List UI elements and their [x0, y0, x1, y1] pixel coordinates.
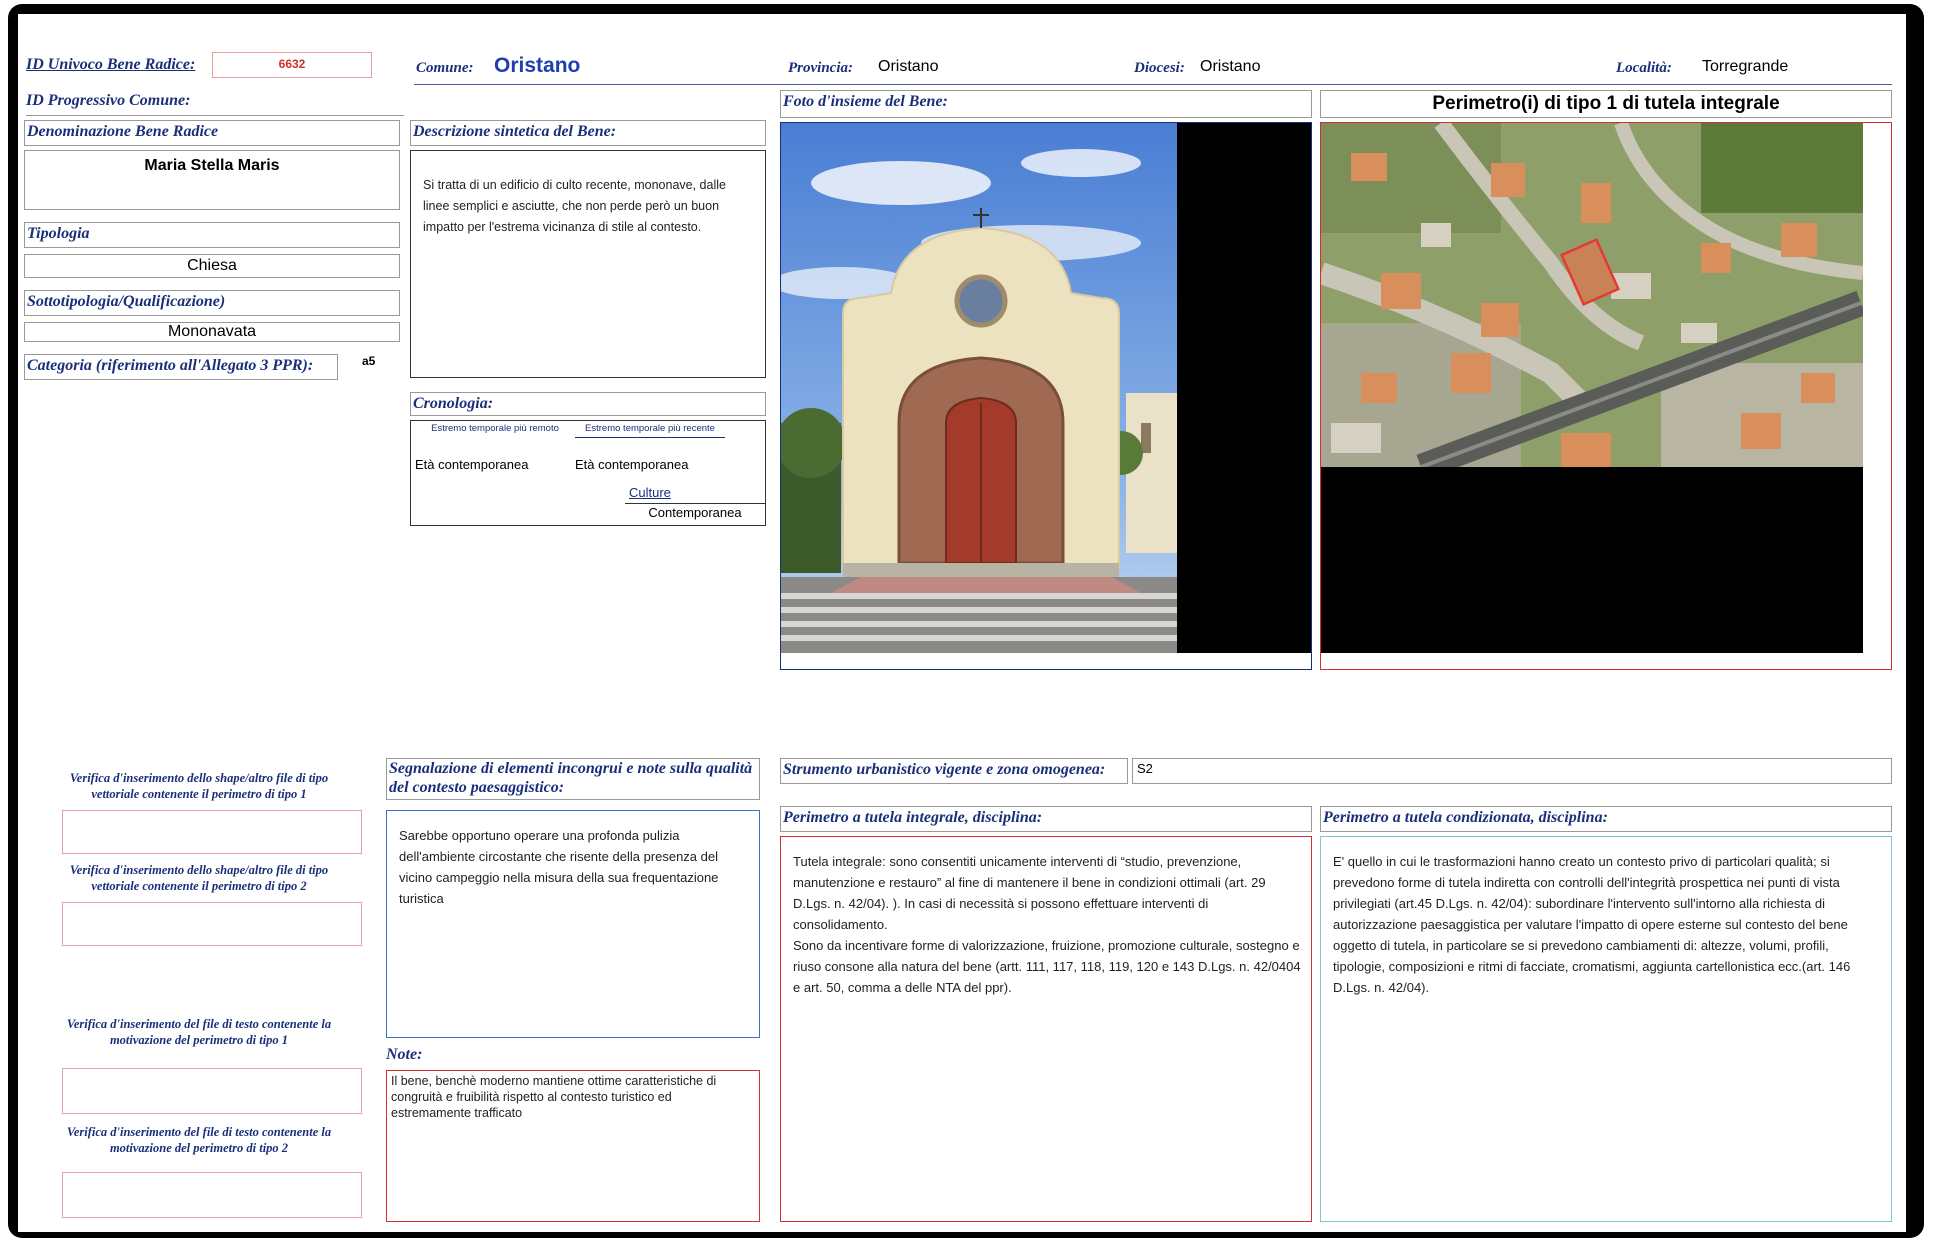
tutela-condizionata-text: E' quello in cui le trasformazioni hanno…: [1333, 854, 1851, 995]
denominazione-field[interactable]: Maria Stella Maris: [24, 150, 400, 210]
culture-value: Contemporanea: [625, 503, 765, 520]
localita-value: Torregrande: [1702, 58, 1789, 75]
diocesi-label: Diocesi:: [1134, 60, 1185, 76]
id-univoco-label: ID Univoco Bene Radice:: [26, 56, 196, 73]
church-photo: [781, 123, 1177, 653]
strumento-field[interactable]: S2: [1132, 758, 1892, 784]
id-univoco-field[interactable]: 6632: [212, 52, 372, 78]
cronologia-col2-value: Età contemporanea: [575, 457, 689, 472]
cronologia-col1-value: Età contemporanea: [415, 457, 529, 472]
localita-label: Località:: [1616, 60, 1672, 76]
provincia-value: Oristano: [878, 58, 939, 75]
cronologia-label: Cronologia:: [410, 392, 766, 416]
categoria-value: a5: [362, 354, 376, 368]
verifica-4-field[interactable]: [62, 1172, 362, 1218]
tutela-integrale-text-2: Sono da incentivare forme di valorizzazi…: [793, 938, 1301, 995]
sottotipologia-field[interactable]: Mononavata: [24, 322, 400, 342]
strumento-label: Strumento urbanistico vigente e zona omo…: [780, 758, 1128, 784]
provincia-label: Provincia:: [788, 60, 853, 76]
perimetro-title: Perimetro(i) di tipo 1 di tutela integra…: [1320, 90, 1892, 118]
note-field[interactable]: Il bene, benchè moderno mantiene ottime …: [386, 1070, 760, 1222]
cronologia-col2-header: Estremo temporale più recente: [575, 423, 725, 438]
denominazione-label: Denominazione Bene Radice: [24, 120, 400, 146]
foto-label: Foto d'insieme del Bene:: [780, 90, 1312, 118]
comune-value: Oristano: [494, 54, 581, 77]
perimetro-frame: [1320, 122, 1892, 670]
categoria-label: Categoria (riferimento all'Allegato 3 PP…: [24, 354, 338, 380]
segnalazione-text: Sarebbe opportuno operare una profonda p…: [399, 828, 719, 906]
verifica-4-label: Verifica d'inserimento del file di testo…: [66, 1125, 332, 1155]
descrizione-label: Descrizione sintetica del Bene:: [410, 120, 766, 146]
tipologia-label: Tipologia: [24, 222, 400, 248]
sottotipologia-label: Sottotipologia/Qualificazione): [24, 290, 400, 316]
aerial-map: [1321, 123, 1863, 467]
foto-frame: [780, 122, 1312, 670]
header-divider: [414, 84, 1892, 85]
descrizione-field[interactable]: Si tratta di un edificio di culto recent…: [410, 150, 766, 378]
tutela-integrale-field[interactable]: Tutela integrale: sono consentiti unicam…: [780, 836, 1312, 1222]
verifica-2-field[interactable]: [62, 902, 362, 946]
tutela-condizionata-label: Perimetro a tutela condizionata, discipl…: [1320, 806, 1892, 832]
tipologia-field[interactable]: Chiesa: [24, 254, 400, 278]
verifica-2-label: Verifica d'inserimento dello shape/altro…: [69, 863, 329, 893]
verifica-3-field[interactable]: [62, 1068, 362, 1114]
cronologia-table: Estremo temporale più remoto Estremo tem…: [410, 420, 766, 526]
verifica-1-label: Verifica d'inserimento dello shape/altro…: [69, 771, 329, 801]
tutela-integrale-label: Perimetro a tutela integrale, disciplina…: [780, 806, 1312, 832]
culture-label: Culture: [629, 485, 671, 500]
segnalazione-field[interactable]: Sarebbe opportuno operare una profonda p…: [386, 810, 760, 1038]
segnalazione-label: Segnalazione di elementi incongrui e not…: [386, 758, 760, 800]
id-progressivo-label: ID Progressivo Comune:: [26, 90, 404, 116]
descrizione-text: Si tratta di un edificio di culto recent…: [423, 178, 726, 234]
diocesi-value: Oristano: [1200, 58, 1261, 75]
verifica-3-label: Verifica d'inserimento del file di testo…: [66, 1017, 332, 1047]
comune-label: Comune:: [416, 60, 474, 76]
note-label: Note:: [386, 1046, 423, 1063]
cronologia-col1-header: Estremo temporale più remoto: [431, 423, 559, 434]
form-sheet: ID Univoco Bene Radice: 6632 Comune: Ori…: [18, 14, 1906, 1232]
note-text: Il bene, benchè moderno mantiene ottime …: [391, 1074, 717, 1120]
verifica-1-field[interactable]: [62, 810, 362, 854]
tutela-condizionata-field[interactable]: E' quello in cui le trasformazioni hanno…: [1320, 836, 1892, 1222]
tutela-integrale-text-1: Tutela integrale: sono consentiti unicam…: [793, 854, 1266, 932]
